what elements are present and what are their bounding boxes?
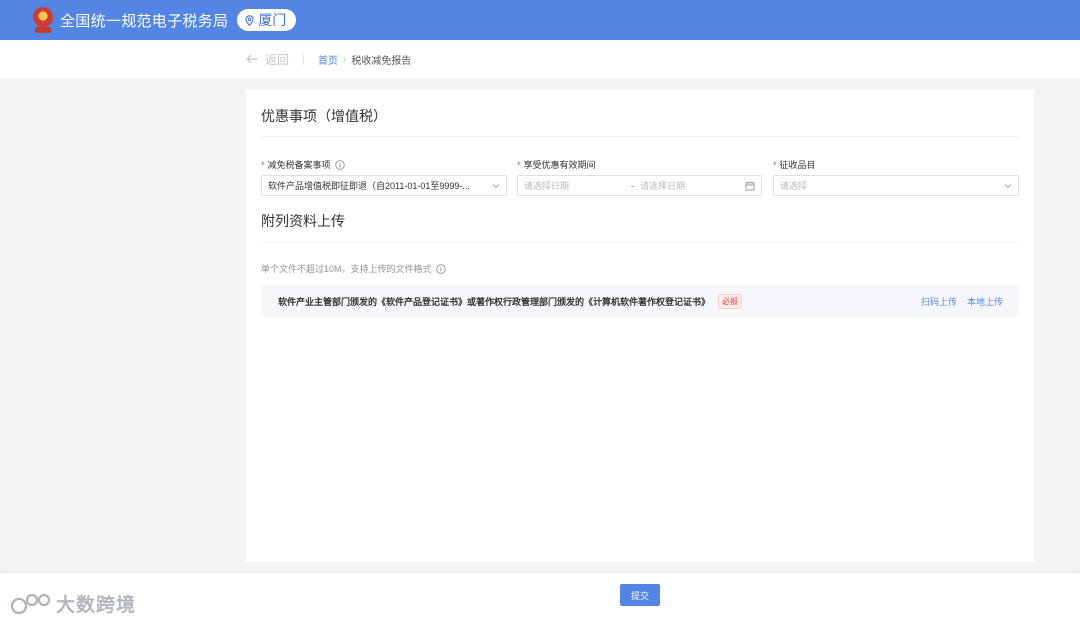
divider	[303, 53, 305, 65]
watermark-logo-icon	[10, 593, 51, 614]
filing-item-select[interactable]: 软件产品增值税即征即退（自2011-01-01至9999-...	[261, 175, 507, 196]
required-mark: *	[261, 159, 265, 170]
tax-item-label-text: 征收品目	[779, 160, 816, 170]
arrow-left-icon	[246, 54, 257, 64]
date-range-picker[interactable]: 请选择日期 - 请选择日期	[517, 175, 762, 196]
top-navigation-bar: 全国统一规范电子税务局 厦门	[0, 0, 1080, 40]
watermark: 大数跨境	[10, 590, 136, 617]
end-date-input[interactable]: 请选择日期	[640, 179, 685, 192]
validity-period-label: * 享受优惠有效期间	[517, 158, 596, 171]
local-upload-link[interactable]: 本地上传	[967, 295, 1003, 308]
required-mark: *	[517, 159, 521, 170]
filing-item-value: 软件产品增值税即征即退（自2011-01-01至9999-...	[268, 181, 470, 191]
breadcrumb-home-link[interactable]: 首页	[318, 52, 338, 67]
city-name: 厦门	[258, 12, 287, 28]
breadcrumb-separator: ›	[343, 53, 347, 65]
scan-upload-link[interactable]: 扫码上传	[921, 295, 957, 308]
chevron-down-icon	[492, 183, 500, 188]
attachment-row: 软件产业主管部门颁发的《软件产品登记证书》或著作权行政管理部门颁发的《计算机软件…	[261, 285, 1019, 317]
sub-navigation-bar: 返回 首页 › 税收减免报告	[0, 40, 1080, 78]
required-mark: *	[773, 159, 777, 170]
tax-item-label: * 征收品目	[773, 158, 816, 171]
footer-bar: 提交	[0, 573, 1080, 623]
info-circle-icon[interactable]	[334, 159, 345, 170]
watermark-text: 大数跨境	[56, 595, 137, 616]
location-pin-icon	[245, 14, 254, 26]
section-title-attachments: 附列资料上传	[261, 213, 345, 229]
form-card: 优惠事项（增值税） * 减免税备案事项 软件产品增值税即征即退（自2011-01…	[246, 90, 1034, 562]
filing-item-label-text: 减免税备案事项	[267, 160, 331, 170]
city-selector[interactable]: 厦门	[237, 9, 297, 31]
tax-item-placeholder: 请选择	[780, 181, 808, 191]
info-circle-icon[interactable]	[435, 263, 446, 274]
upload-hint-text: 单个文件不超过10M，支持上传的文件格式	[261, 264, 432, 274]
back-label: 返回	[265, 52, 290, 67]
breadcrumb: 首页 › 税收减免报告	[318, 52, 411, 67]
section-title-preferential: 优惠事项（增值税）	[261, 108, 387, 124]
range-separator: -	[631, 180, 635, 191]
attachment-name: 软件产业主管部门颁发的《软件产品登记证书》或著作权行政管理部门颁发的《计算机软件…	[278, 296, 711, 307]
upload-hint: 单个文件不超过10M，支持上传的文件格式	[261, 262, 446, 275]
start-date-input[interactable]: 请选择日期	[524, 179, 569, 192]
breadcrumb-current: 税收减免报告	[351, 55, 412, 67]
chevron-down-icon	[1004, 183, 1012, 188]
site-title: 全国统一规范电子税务局	[60, 12, 229, 30]
filing-item-label: * 减免税备案事项	[261, 158, 345, 171]
tax-item-select[interactable]: 请选择	[773, 175, 1019, 196]
back-button[interactable]: 返回	[246, 51, 289, 68]
attachment-actions: 扫码上传 本地上传	[921, 295, 1003, 308]
submit-button[interactable]: 提交	[620, 584, 660, 606]
section-divider	[261, 242, 1019, 243]
required-badge: 必报	[718, 293, 743, 309]
calendar-icon[interactable]	[745, 181, 755, 191]
section-divider	[261, 136, 1019, 137]
validity-period-label-text: 享受优惠有效期间	[523, 160, 596, 170]
national-emblem-icon	[32, 5, 54, 35]
